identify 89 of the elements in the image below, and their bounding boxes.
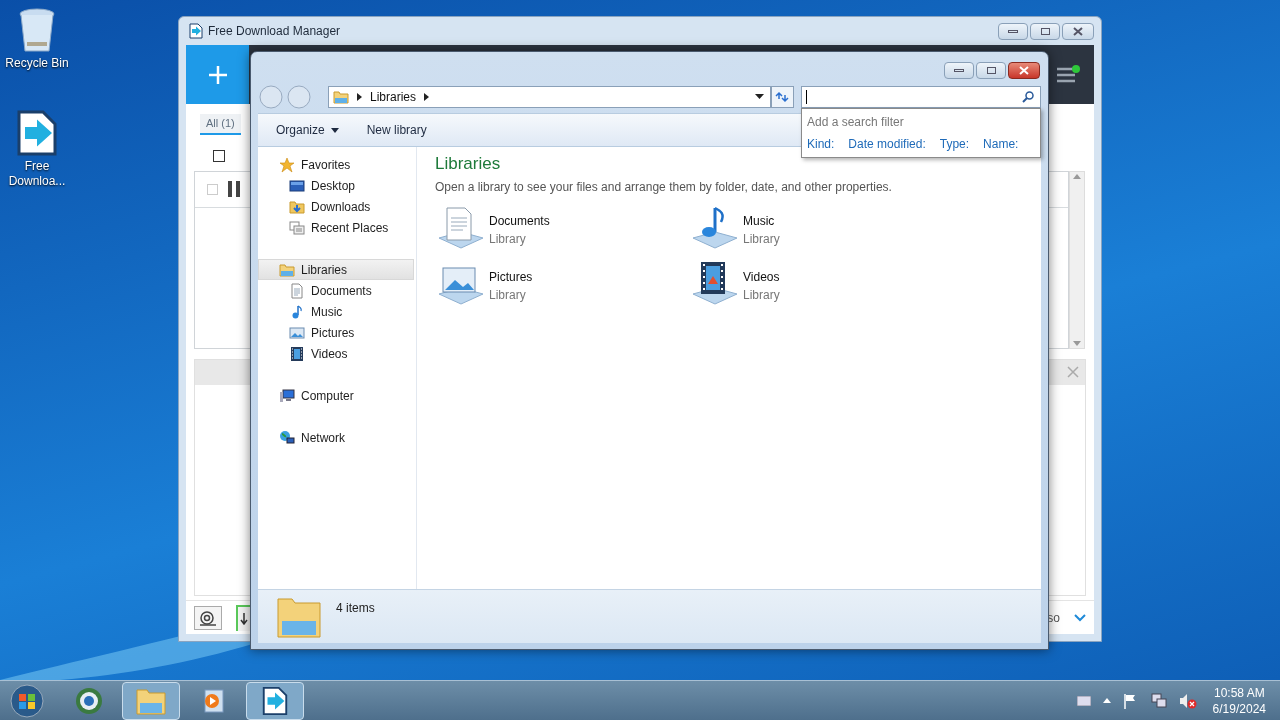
filter-option[interactable]: Date modified: [848, 134, 926, 153]
clock-time[interactable]: 10:58 AM [1213, 684, 1265, 701]
nav-item[interactable]: Downloads [258, 196, 414, 217]
nav-item[interactable]: Favorites [258, 154, 414, 175]
library-type: Library [743, 286, 780, 304]
library-name: Music [743, 212, 776, 230]
item-count: 4 items [336, 600, 375, 617]
close-icon [1073, 26, 1083, 36]
toolbar-button[interactable]: New library [366, 121, 427, 139]
filter-hint: Add a search filter [807, 113, 905, 131]
nav-item[interactable]: Network [258, 427, 414, 448]
app-logo-icon [188, 23, 204, 39]
filter-option[interactable]: Name: [983, 134, 1019, 153]
document-icon [289, 282, 305, 299]
row-checkbox[interactable] [207, 183, 218, 195]
star-icon [279, 156, 295, 173]
maximize-button[interactable] [1030, 22, 1060, 40]
library-item[interactable]: Music Library [689, 203, 943, 252]
nav-item[interactable]: Pictures [258, 322, 414, 343]
download-folder-icon [289, 198, 305, 215]
pause-icon[interactable] [228, 181, 240, 197]
window-title: Free Download Manager [208, 23, 341, 40]
start-orb-icon [10, 683, 44, 718]
down-arrow-icon [240, 612, 248, 625]
speed-mode-button[interactable] [194, 605, 222, 630]
library-type: Library [489, 230, 527, 248]
address-bar[interactable]: Libraries [328, 85, 771, 108]
search-icon[interactable] [1022, 90, 1034, 103]
minimize-button[interactable] [998, 22, 1028, 40]
breadcrumb-arrow-icon[interactable] [424, 92, 430, 101]
taskbar-app[interactable] [246, 681, 304, 720]
download-arrow-icon [260, 685, 290, 716]
refresh-button[interactable] [771, 85, 794, 108]
desktop-icon [289, 177, 305, 194]
picture-frame-icon [289, 324, 305, 341]
desktop-icon-label[interactable]: Free Downloa... [2, 159, 72, 189]
recycle-bin-icon [17, 6, 57, 54]
refresh-icon [775, 90, 790, 103]
library-folder-icon [276, 595, 322, 639]
minimize-button[interactable] [944, 62, 974, 79]
recent-places-icon [289, 219, 305, 236]
close-button[interactable] [1008, 62, 1040, 79]
close-button[interactable] [1062, 22, 1094, 40]
library-type: Library [743, 230, 780, 248]
dropdown-arrow-icon[interactable] [755, 94, 764, 99]
maximize-button[interactable] [976, 62, 1006, 79]
show-hidden-icons-icon[interactable] [1102, 698, 1111, 703]
toolbar-button[interactable]: Organize [276, 121, 339, 139]
nav-item[interactable]: Libraries [258, 259, 414, 280]
chevron-down-icon[interactable] [1074, 613, 1086, 622]
plus-icon [207, 64, 228, 85]
nav-item[interactable]: Recent Places [258, 217, 414, 238]
libraries-folder-icon [333, 88, 349, 105]
search-field[interactable] [801, 85, 1041, 108]
breadcrumb[interactable]: Libraries [370, 87, 417, 106]
library-name: Pictures [489, 268, 533, 286]
nav-item[interactable]: Documents [258, 280, 414, 301]
library-type: Library [489, 286, 527, 304]
music-note-icon [289, 303, 305, 320]
select-all-checkbox[interactable] [213, 149, 225, 162]
desktop-icon-label[interactable]: Recycle Bin [2, 56, 72, 71]
filter-option[interactable]: Kind: [807, 134, 835, 153]
caret-icon [330, 127, 339, 133]
clock-date[interactable]: 6/19/2024 [1212, 700, 1266, 717]
menu-icon [1056, 64, 1080, 85]
network-icon[interactable] [1150, 692, 1167, 709]
computer-icon [279, 387, 295, 404]
muted-speaker-icon[interactable] [1178, 692, 1197, 709]
nav-item[interactable]: Computer [258, 385, 414, 406]
filter-option[interactable]: Type: [939, 134, 970, 153]
close-icon [1019, 66, 1029, 75]
filter-tab[interactable]: All (1) [200, 114, 241, 135]
library-name: Videos [743, 268, 780, 286]
breadcrumb-arrow-icon[interactable] [357, 92, 362, 101]
library-item[interactable]: Documents Library [435, 203, 689, 252]
page-heading: Libraries [435, 153, 502, 175]
library-item[interactable]: Pictures Library [435, 259, 689, 308]
nav-item[interactable]: Videos [258, 343, 414, 364]
keyboard-icon[interactable] [1076, 695, 1091, 706]
page-description: Open a library to see your files and arrange them by folder, date, and other properties. [435, 178, 893, 196]
library-name: Documents [489, 212, 550, 230]
libraries-folder-icon [279, 261, 295, 278]
nav-item[interactable]: Music [258, 301, 414, 322]
nav-item[interactable]: Desktop [258, 175, 414, 196]
film-icon [289, 345, 305, 362]
library-item[interactable]: Videos Library [689, 259, 943, 308]
network-globe-icon [279, 429, 295, 446]
download-speed-button[interactable] [236, 604, 250, 631]
menu-button[interactable] [1056, 64, 1080, 85]
